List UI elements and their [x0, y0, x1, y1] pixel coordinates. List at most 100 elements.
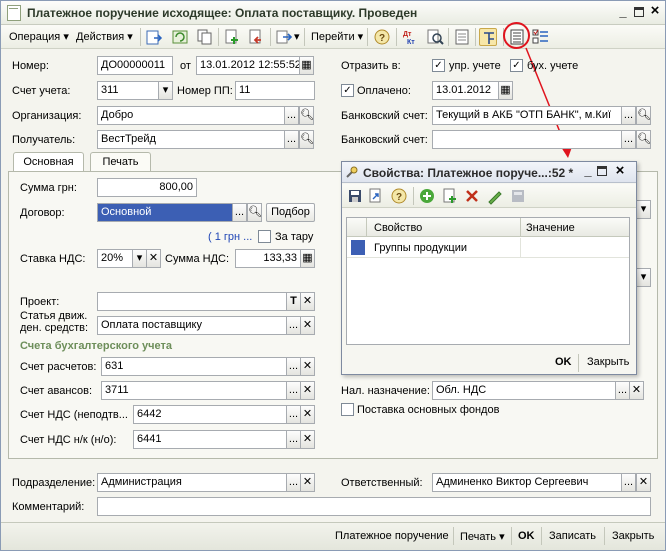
tara-checkbox[interactable]: [258, 230, 271, 243]
adv-account-clear-icon[interactable]: ✕: [300, 381, 315, 400]
project-field[interactable]: [97, 292, 287, 311]
department-field[interactable]: Администрация: [97, 473, 287, 492]
calc-account-field[interactable]: 631: [101, 357, 287, 376]
contract-field[interactable]: Основной: [97, 203, 233, 222]
organization-select-button[interactable]: ...: [284, 106, 299, 125]
article-select-button[interactable]: ...: [286, 316, 301, 335]
recipient-field[interactable]: ВестТрейд: [97, 130, 285, 149]
responsible-label: Ответственный:: [341, 477, 423, 489]
close-button[interactable]: Закрыть: [612, 530, 654, 542]
account-field[interactable]: 311: [97, 81, 159, 100]
vat-rate-field[interactable]: 20%: [97, 249, 133, 268]
paid-checkbox[interactable]: ✓: [341, 84, 354, 97]
bank-account-field[interactable]: Текущий в АКБ "ОТП БАНК", м.Киї: [432, 106, 622, 125]
dialog-minimize-icon[interactable]: _: [581, 163, 595, 179]
print-button[interactable]: Печать ▾: [460, 530, 505, 543]
comment-label: Комментарий:: [12, 501, 85, 513]
dialog-save-icon[interactable]: [346, 187, 364, 205]
table-row-selector[interactable]: [351, 240, 365, 255]
recipient-label: Получатель:: [12, 134, 76, 146]
contract-search-icon[interactable]: 🔍︎: [247, 203, 262, 222]
bank-select-button[interactable]: ...: [621, 106, 636, 125]
date-field[interactable]: 13.01.2012 12:55:52: [196, 56, 300, 75]
tax-purpose-clear-icon[interactable]: ✕: [629, 381, 644, 400]
project-type-icon[interactable]: T: [286, 292, 301, 311]
table-row[interactable]: Группы продукции: [374, 242, 467, 254]
select-button[interactable]: Подбор: [266, 203, 315, 222]
dialog-copy-icon[interactable]: [441, 187, 459, 205]
vat-rate-dropdown-icon[interactable]: ▾: [132, 249, 147, 268]
dialog-maximize-icon[interactable]: [597, 166, 607, 176]
hidden-dropdown-icon[interactable]: ▾: [636, 200, 651, 219]
department-clear-icon[interactable]: ✕: [300, 473, 315, 492]
vat-sum-field[interactable]: 133,33: [235, 249, 301, 268]
sum-field[interactable]: 800,00: [97, 178, 197, 197]
ok-button[interactable]: OK: [518, 530, 535, 542]
calendar-icon[interactable]: ▦: [299, 56, 314, 75]
tab-print[interactable]: Печать: [90, 152, 151, 172]
adv-account-select-button[interactable]: ...: [286, 381, 301, 400]
pp-field[interactable]: 11: [235, 81, 315, 100]
article-clear-icon[interactable]: ✕: [300, 316, 315, 335]
dialog-help-icon[interactable]: ?: [390, 187, 408, 205]
footer-separator: [541, 527, 542, 545]
tab-main[interactable]: Основная: [13, 152, 84, 172]
tax-purpose-select-button[interactable]: ...: [615, 381, 630, 400]
vat-np-account-select-button[interactable]: ...: [286, 405, 301, 424]
dialog-add-icon[interactable]: [418, 187, 436, 205]
save-button[interactable]: Записать: [549, 530, 596, 542]
article-label-1: Статья движ.: [20, 310, 88, 322]
department-select-button[interactable]: ...: [286, 473, 301, 492]
contract-select-button[interactable]: ...: [232, 203, 247, 222]
vat-rate-clear-icon[interactable]: ✕: [146, 249, 161, 268]
dialog-ok-button[interactable]: OK: [555, 356, 572, 368]
tara-label: За тару: [275, 231, 314, 243]
recipient-search-icon[interactable]: 🔍︎: [299, 130, 314, 149]
bank-search-icon[interactable]: 🔍︎: [636, 106, 651, 125]
adv-account-field[interactable]: 3711: [101, 381, 287, 400]
payment-order-button[interactable]: Платежное поручение: [335, 530, 449, 542]
responsible-clear-icon[interactable]: ✕: [636, 473, 651, 492]
table-header-corner: [347, 218, 367, 237]
account-dropdown-icon[interactable]: ▾: [158, 81, 173, 100]
calc-account-clear-icon[interactable]: ✕: [300, 357, 315, 376]
buh-checkbox[interactable]: ✓: [510, 59, 523, 72]
vat-nk-account-select-button[interactable]: ...: [286, 430, 301, 449]
dialog-edit-icon[interactable]: [486, 187, 504, 205]
col-property-header[interactable]: Свойство: [374, 222, 422, 234]
vat-nk-account-clear-icon[interactable]: ✕: [300, 430, 315, 449]
upr-checkbox[interactable]: ✓: [432, 59, 445, 72]
recipient-bank-select-button[interactable]: ...: [621, 130, 636, 149]
calculator-icon[interactable]: ▦: [300, 249, 315, 268]
tax-purpose-field[interactable]: Обл. НДС: [432, 381, 616, 400]
dialog-delete-icon[interactable]: [463, 187, 481, 205]
project-clear-icon[interactable]: ✕: [300, 292, 315, 311]
project-label: Проект:: [20, 296, 60, 308]
article-field[interactable]: Оплата поставщику: [97, 316, 287, 335]
recipient-bank-search-icon[interactable]: 🔍︎: [636, 130, 651, 149]
fixed-assets-checkbox[interactable]: [341, 403, 354, 416]
organization-search-icon[interactable]: 🔍︎: [299, 106, 314, 125]
vat-np-account-field[interactable]: 6442: [133, 405, 287, 424]
calc-account-select-button[interactable]: ...: [286, 357, 301, 376]
organization-field[interactable]: Добро: [97, 106, 285, 125]
hidden-dropdown-icon[interactable]: ▾: [636, 268, 651, 287]
dialog-close-icon[interactable]: ×: [612, 161, 628, 181]
dialog-properties-icon: [346, 166, 358, 178]
vat-np-account-clear-icon[interactable]: ✕: [300, 405, 315, 424]
paid-label: Оплачено:: [357, 85, 411, 97]
recipient-bank-field[interactable]: [432, 130, 622, 149]
comment-field[interactable]: [97, 497, 651, 516]
dialog-export-icon[interactable]: [367, 187, 385, 205]
vat-nk-account-field[interactable]: 6441: [133, 430, 287, 449]
number-field[interactable]: ДО00000011: [97, 56, 173, 75]
dialog-disabled-icon[interactable]: [509, 187, 527, 205]
paid-date-field[interactable]: 13.01.2012: [432, 81, 499, 100]
responsible-select-button[interactable]: ...: [621, 473, 636, 492]
calendar-icon[interactable]: ▦: [498, 81, 513, 100]
exchange-rate-text[interactable]: ( 1 грн ...: [208, 231, 252, 243]
col-value-header[interactable]: Значение: [526, 222, 575, 234]
dialog-close-button[interactable]: Закрыть: [587, 356, 629, 368]
responsible-field[interactable]: Админенко Виктор Сергеевич: [432, 473, 622, 492]
recipient-select-button[interactable]: ...: [284, 130, 299, 149]
